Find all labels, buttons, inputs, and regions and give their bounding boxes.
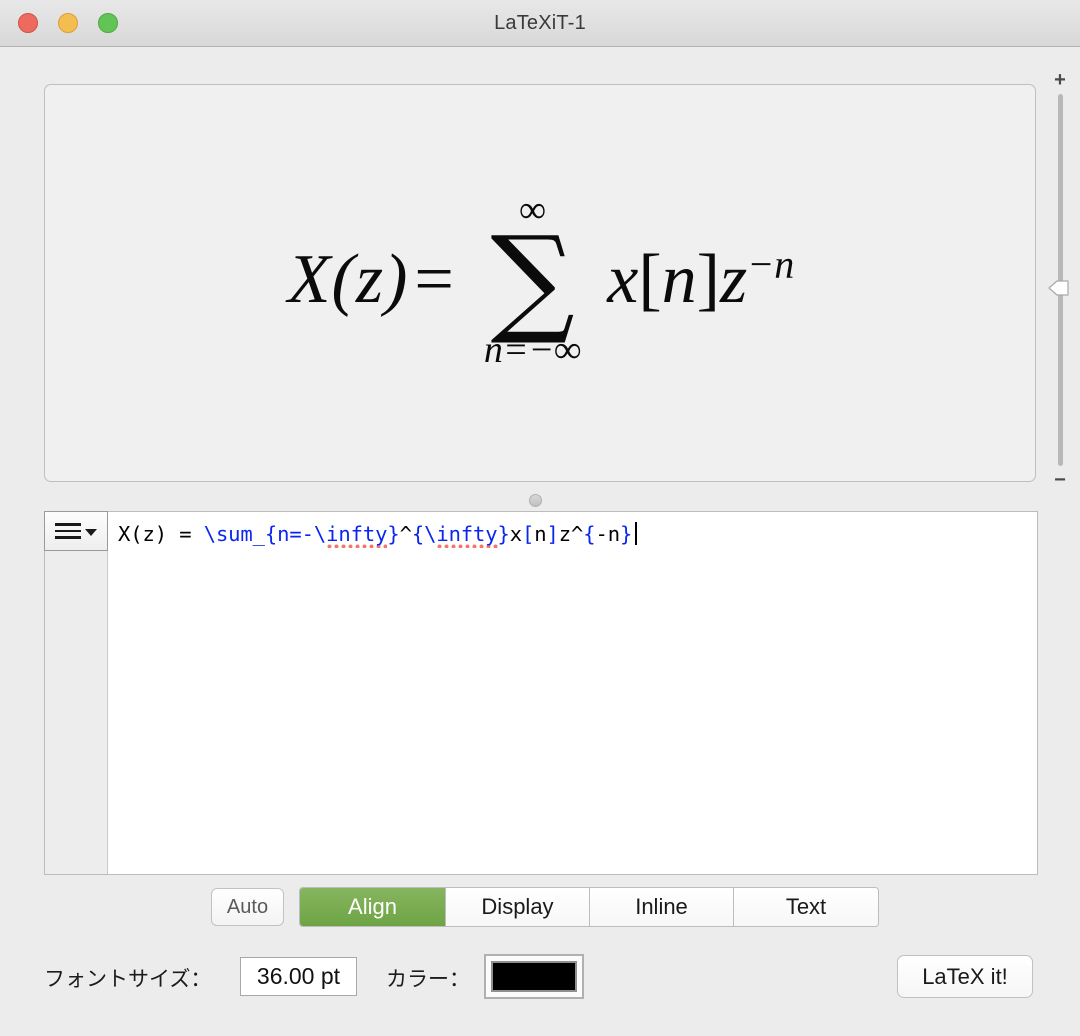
equation-lhs: X(z) — [287, 240, 409, 318]
equation-preview-pane[interactable]: X(z) = ∞ ∑ n=−∞ x[n]z−n — [44, 84, 1036, 482]
slider-thumb-icon — [1048, 280, 1069, 296]
code-token: { — [583, 522, 596, 546]
color-label: カラー： — [386, 968, 470, 991]
zoom-out-label[interactable]: − — [1044, 470, 1076, 490]
rhs-x: x — [607, 240, 639, 318]
code-token: {\ — [411, 522, 437, 546]
code-token-misspelled: infty — [326, 522, 388, 548]
editor-menu-button[interactable] — [44, 511, 108, 551]
rhs-z: z — [719, 240, 748, 318]
tab-text[interactable]: Text — [734, 888, 878, 926]
preview-zoom-slider[interactable]: + − — [1044, 70, 1076, 490]
latex-it-button[interactable]: LaTeX it! — [897, 955, 1033, 998]
color-swatch[interactable] — [491, 961, 577, 992]
zoom-in-label[interactable]: + — [1044, 70, 1076, 90]
color-well[interactable] — [484, 954, 584, 999]
rhs-exponent: −n — [747, 241, 795, 287]
code-token: -n — [595, 522, 621, 546]
code-token: } — [620, 522, 633, 546]
code-token: X(z) = — [118, 522, 204, 546]
equation-equals-sign: = — [414, 240, 454, 318]
auto-mode-button[interactable]: Auto — [211, 888, 284, 926]
tab-display[interactable]: Display — [446, 888, 590, 926]
sigma-icon: ∑ — [490, 209, 575, 348]
chevron-down-icon — [85, 528, 97, 536]
sum-lower-limit: n=−∞ — [483, 329, 582, 372]
code-token: [ — [522, 522, 535, 546]
code-token: n — [534, 522, 547, 546]
hamburger-menu-icon — [55, 523, 81, 539]
splitter-grip-icon[interactable] — [529, 494, 542, 507]
code-token: ^ — [399, 522, 412, 546]
bottom-toolbar: フォントサイズ： 36.00 pt カラー： LaTeX it! — [0, 954, 1080, 1036]
latexit-window: LaTeXiT-1 X(z) = ∞ ∑ n=−∞ x[n]z−n + − X(… — [0, 0, 1080, 1036]
code-token-misspelled: infty — [436, 522, 498, 548]
code-token: x — [509, 522, 523, 546]
latex-source-line: X(z) = \sum_{n=-\infty}^{\infty}x[n]z^{-… — [118, 521, 1037, 548]
tab-inline[interactable]: Inline — [590, 888, 734, 926]
mode-segmented-control: Align Display Inline Text — [299, 887, 879, 927]
font-size-label: フォントサイズ： — [44, 968, 212, 991]
font-size-input[interactable]: 36.00 pt — [240, 957, 357, 996]
rhs-n: n — [661, 240, 697, 318]
code-token: ] — [546, 522, 559, 546]
tab-align[interactable]: Align — [300, 888, 446, 926]
code-text-area[interactable]: X(z) = \sum_{n=-\infty}^{\infty}x[n]z^{-… — [108, 512, 1037, 874]
rendered-equation: X(z) = ∞ ∑ n=−∞ x[n]z−n — [45, 85, 1035, 481]
mode-selector-row: Auto Align Display Inline Text — [0, 887, 1080, 927]
equation-rhs: x[n]z−n — [607, 240, 794, 320]
editor-gutter — [44, 511, 108, 874]
text-cursor — [635, 522, 638, 545]
code-token: z^ — [558, 522, 584, 546]
zoom-slider-thumb[interactable] — [1048, 276, 1070, 300]
code-token: } — [387, 522, 400, 546]
latex-source-editor[interactable]: X(z) = \sum_{n=-\infty}^{\infty}x[n]z^{-… — [44, 511, 1038, 875]
code-token: \sum_{n=-\ — [203, 522, 327, 546]
title-bar: LaTeXiT-1 — [0, 0, 1080, 47]
window-title: LaTeXiT-1 — [494, 12, 586, 34]
rhs-close-bracket: ] — [696, 240, 720, 318]
summation-operator: ∞ ∑ n=−∞ — [484, 191, 581, 370]
rhs-open-bracket: [ — [638, 240, 662, 318]
code-token: } — [497, 522, 510, 546]
